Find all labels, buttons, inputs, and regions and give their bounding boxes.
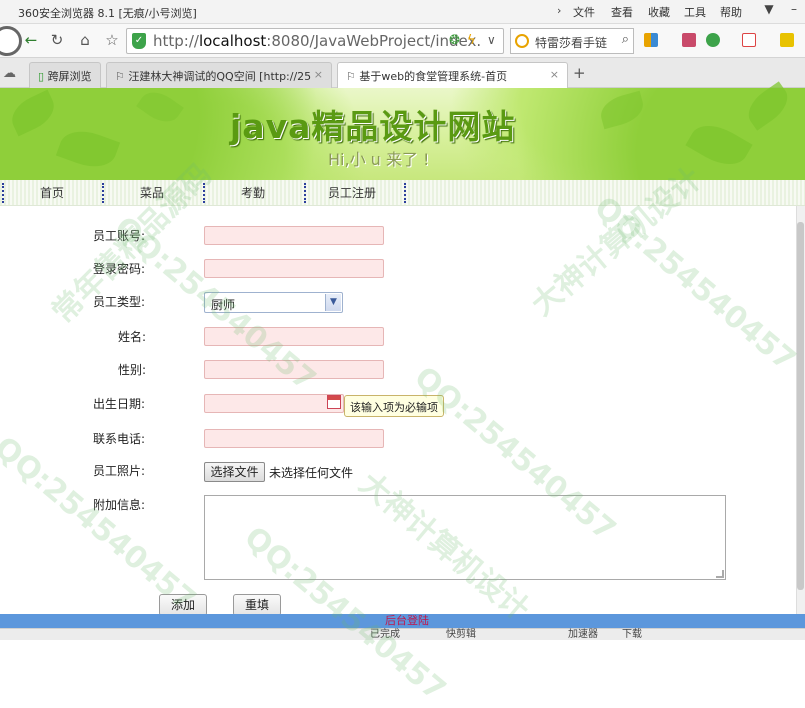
page-icon: ⚐ [346,70,356,83]
site-banner: java精品设计网站 Hi,小 u 来了 ! [0,81,805,180]
status-item[interactable]: 加速器 [568,629,598,641]
menu-view[interactable]: 查看 [611,4,633,20]
skin-icon[interactable]: ▼ [759,2,779,20]
status-item[interactable]: 快剪辑 [446,629,476,641]
accelerate-icon[interactable]: ϟ [467,33,476,48]
refresh-icon[interactable]: ↻ [48,31,66,49]
extra-info-label: 附加信息: [93,498,146,512]
phone-input[interactable] [204,429,384,448]
nav-separator [102,183,104,203]
tab-cross-screen[interactable]: ▯ 跨屏浏览 [29,62,101,88]
tab-qq-space[interactable]: ⚐ 汪建林大神调试的QQ空间 [http://25 × [106,62,332,88]
phone-label: 联系电话: [93,432,146,446]
leaf-decoration [597,90,647,130]
close-icon[interactable]: × [314,68,323,81]
calendar-icon[interactable] [327,395,341,409]
compat-mode-icon[interactable]: ❂ [449,33,460,48]
security-shield-icon: ✓ [132,33,146,49]
search-icon[interactable]: ⌕ [622,32,629,47]
nav-dishes[interactable]: 菜品 [106,180,198,206]
star-icon[interactable]: ☆ [103,31,121,49]
chevron-right-icon[interactable]: › [557,4,561,17]
nav-separator [404,183,406,203]
nav-attendance[interactable]: 考勤 [207,180,299,206]
status-item[interactable]: 下载 [622,629,642,641]
close-icon[interactable]: × [550,68,559,81]
page-icon: ⚐ [115,70,125,83]
gender-label: 性别: [118,363,147,377]
nav-employee-register[interactable]: 员工注册 [306,180,398,206]
menu-help[interactable]: 帮助 [720,4,742,20]
site-title: java精品设计网站 [230,107,516,146]
mail-icon[interactable] [682,33,696,47]
employee-type-value: 厨师 [211,298,236,312]
watermark-text: QQ:254540457 [587,190,803,379]
apps-icon[interactable] [644,33,658,47]
birth-date-input[interactable] [204,394,344,413]
password-label: 登录密码: [93,262,146,276]
window-titlebar: 360安全浏览器 8.1 [无痕/小号浏览] 文件 查看 收藏 工具 帮助 ▼ … [0,0,805,24]
extra-info-textarea[interactable] [204,495,726,580]
tab-strip: ☁ ▯ 跨屏浏览 ⚐ 汪建林大神调试的QQ空间 [http://25 × ⚐ 基… [0,58,805,88]
scrollbar-thumb[interactable] [797,222,804,590]
cloud-icon[interactable]: ☁ [3,66,16,81]
search-input[interactable]: 特雷莎看手链 [535,34,607,51]
adblock-icon[interactable] [742,33,756,47]
admin-login-link[interactable]: 后台登陆 [385,614,429,628]
status-bar: 已完成 快剪辑 加速器 下载 [0,628,805,640]
password-input[interactable] [204,259,384,278]
watermark-text: QQ:254540457 [0,430,203,619]
leaf-decoration [685,115,753,175]
required-tooltip: 该输入项为必输项 [344,395,444,417]
account-label: 员工账号: [93,229,146,243]
name-label: 姓名: [118,330,147,344]
resize-grip-icon[interactable] [716,570,724,578]
main-nav: 首页 菜品 考勤 员工注册 [0,180,805,206]
phone-icon: ▯ [38,70,45,83]
name-input[interactable] [204,327,384,346]
employee-type-select[interactable]: 厨师 ▼ [204,292,343,313]
chevron-down-icon[interactable]: ▼ [325,294,341,311]
extension-icon[interactable] [780,33,794,47]
account-input[interactable] [204,226,384,245]
reset-button[interactable]: 重填 [233,594,281,616]
tab-canteen-home[interactable]: ⚐ 基于web的食堂管理系统-首页 × [337,62,568,88]
menu-file[interactable]: 文件 [573,4,595,20]
browser-toolbar: ← ↻ ⌂ ☆ ✓ http://localhost:8080/JavaWebP… [0,24,805,58]
leaf-decoration [55,123,121,175]
chevron-down-icon[interactable]: ∨ [487,33,496,47]
address-url[interactable]: http://localhost:8080/JavaWebProject/ind… [153,32,481,50]
window-title: 360安全浏览器 8.1 [无痕/小号浏览] [18,7,197,20]
leaf-decoration [741,81,795,131]
nav-home[interactable]: 首页 [6,180,98,206]
search-box[interactable]: 特雷莎看手链 ⌕ [510,28,634,54]
address-bar[interactable]: ✓ http://localhost:8080/JavaWebProject/i… [126,28,504,54]
nav-separator [203,183,205,203]
minimize-icon[interactable]: – [784,2,804,20]
browser-logo-icon[interactable] [0,26,22,56]
employee-type-label: 员工类型: [93,295,146,309]
menu-favorites[interactable]: 收藏 [648,4,670,20]
status-item[interactable]: 已完成 [370,629,400,641]
security-icon[interactable] [706,33,720,47]
new-tab-icon[interactable]: + [573,64,586,82]
leaf-decoration [5,89,61,137]
site-subtitle: Hi,小 u 来了 ! [328,150,430,169]
file-status: 未选择任何文件 [269,466,354,480]
search-engine-icon[interactable] [515,34,529,48]
add-button[interactable]: 添加 [159,594,207,616]
leaf-decoration [136,84,184,130]
birth-date-label: 出生日期: [93,397,146,411]
gender-input[interactable] [204,360,384,379]
home-icon[interactable]: ⌂ [76,31,94,49]
photo-label: 员工照片: [93,464,146,478]
back-icon[interactable]: ← [22,31,40,49]
menu-tools[interactable]: 工具 [684,4,706,20]
nav-separator [2,183,4,203]
choose-file-button[interactable]: 选择文件 [204,462,265,482]
